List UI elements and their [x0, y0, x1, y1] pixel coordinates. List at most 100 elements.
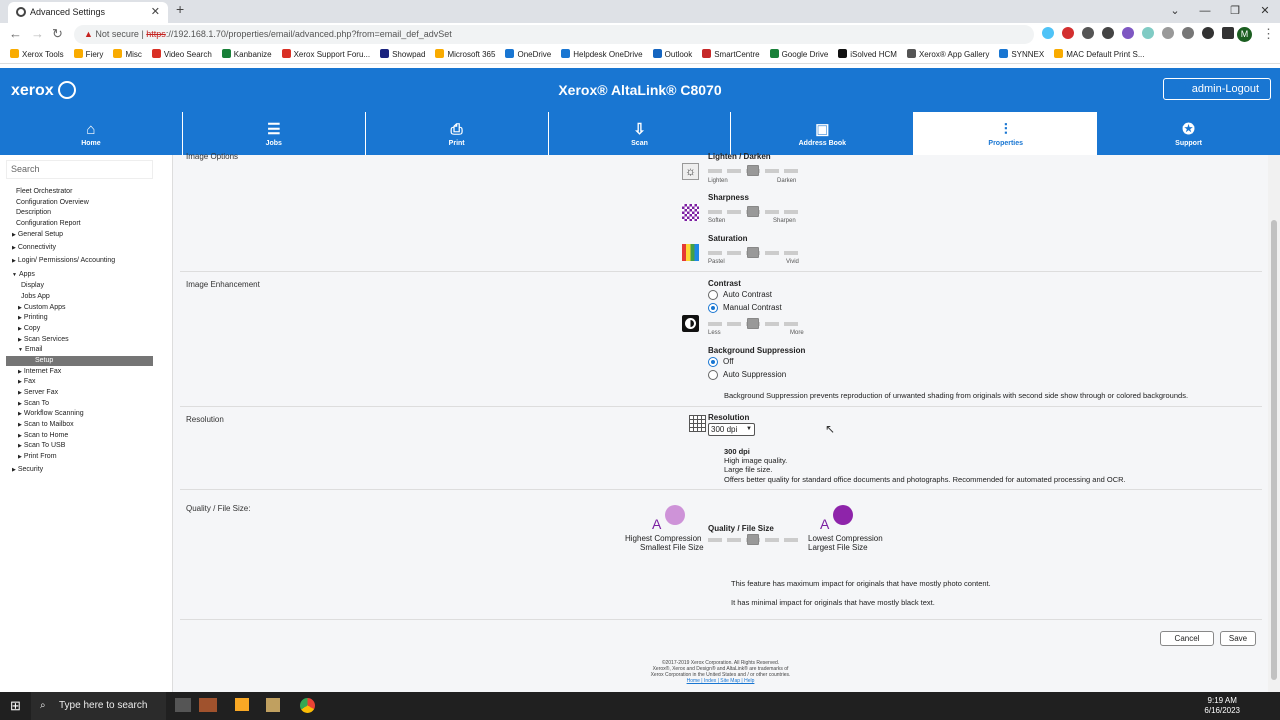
minimize-button[interactable]: — [1190, 0, 1220, 23]
nav-tab-print[interactable]: ⎙ Print [366, 112, 549, 155]
contrast-slider[interactable] [708, 318, 798, 329]
nav-tab-address-book[interactable]: ▣ Address Book [731, 112, 915, 155]
bookmark-item[interactable]: SYNNEX [999, 49, 1044, 59]
bookmark-item[interactable]: Misc [113, 49, 142, 59]
slider-thumb[interactable] [747, 165, 759, 176]
taskbar-search[interactable]: ⌕ Type here to search [31, 692, 166, 720]
extension-icon[interactable] [1182, 27, 1194, 39]
sidebar-item-configuration-overview[interactable]: Configuration Overview [16, 198, 89, 208]
extension-icon[interactable] [1082, 27, 1094, 39]
sidebar-item-printing[interactable]: ▶ Printing [18, 313, 48, 323]
search-input[interactable]: Search [6, 160, 153, 179]
windows-start-icon[interactable]: ⊞ [10, 698, 21, 714]
sidebar-item-general-setup[interactable]: ▶ General Setup [12, 230, 63, 240]
bookmark-item[interactable]: Helpdesk OneDrive [561, 49, 643, 59]
sidebar-item-security[interactable]: ▶ Security [12, 465, 43, 475]
sidebar-item-copy[interactable]: ▶ Copy [18, 324, 40, 334]
sidebar-item-workflow-scanning[interactable]: ▶ Workflow Scanning [18, 409, 84, 419]
slider-thumb[interactable] [747, 318, 759, 329]
bookmark-item[interactable]: Xerox Support Foru... [281, 49, 370, 59]
bookmark-item[interactable]: Fiery [73, 49, 103, 59]
bg-auto-radio[interactable] [708, 370, 718, 380]
bookmark-item[interactable]: iSolved HCM [838, 49, 897, 59]
extension-icon[interactable] [1142, 27, 1154, 39]
url-bar[interactable]: ▲ Not secure | https://192.168.1.70/prop… [74, 25, 1034, 44]
skype-icon[interactable] [1042, 27, 1054, 39]
close-tab-icon[interactable]: ✕ [151, 2, 160, 22]
sidebar-item-login-permissions-accounting[interactable]: ▶ Login/ Permissions/ Accounting [12, 256, 115, 266]
sidebar-item-display[interactable]: Display [21, 281, 44, 291]
sidebar-item-apps[interactable]: ▼ Apps [12, 270, 35, 280]
bookmark-item[interactable]: Video Search [151, 49, 212, 59]
nav-tab-home[interactable]: ⌂ Home [0, 112, 183, 155]
bookmark-item[interactable]: Microsoft 365 [435, 49, 495, 59]
sidebar-icon[interactable] [1222, 27, 1234, 39]
close-window-button[interactable]: ✕ [1250, 0, 1280, 23]
sidebar-item-configuration-report[interactable]: Configuration Report [16, 219, 81, 229]
chrome-icon[interactable] [300, 698, 315, 713]
nav-tab-scan[interactable]: ⇩ Scan [549, 112, 732, 155]
restore-button[interactable]: ❐ [1220, 0, 1250, 23]
manual-contrast-radio[interactable] [708, 303, 718, 313]
task-view-icon[interactable] [175, 698, 191, 712]
sidebar-item-description[interactable]: Description [16, 208, 51, 218]
chevron-down-icon[interactable]: ⌄ [1160, 0, 1190, 23]
cancel-button[interactable]: Cancel [1160, 631, 1214, 646]
sidebar-item-setup[interactable]: Setup [6, 356, 153, 366]
logout-button[interactable]: 👤 admin-Logout [1163, 78, 1271, 100]
puzzle-icon[interactable] [1202, 27, 1214, 39]
reload-icon[interactable]: ↻ [52, 26, 63, 42]
bookmark-item[interactable]: Showpad [380, 49, 425, 59]
browser-tab[interactable]: Advanced Settings ✕ [8, 2, 168, 23]
sidebar-item-scan-to[interactable]: ▶ Scan To [18, 399, 49, 409]
slider-thumb[interactable] [747, 206, 759, 217]
sidebar-item-email[interactable]: ▼ Email [18, 345, 42, 355]
sidebar-item-scan-to-home[interactable]: ▶ Scan to Home [18, 431, 68, 441]
saturation-slider[interactable] [708, 247, 798, 258]
sidebar-item-print-from[interactable]: ▶ Print From [18, 452, 57, 462]
footer-links[interactable]: Home | Index | Site Map | Help [173, 678, 1268, 684]
scrollbar[interactable] [1268, 155, 1280, 692]
bookmark-item[interactable]: OneDrive [505, 49, 551, 59]
extension-icon[interactable] [1102, 27, 1114, 39]
sidebar-item-server-fax[interactable]: ▶ Server Fax [18, 388, 58, 398]
forward-icon[interactable]: → [31, 26, 44, 41]
system-clock[interactable]: 9:19 AM 6/16/2023 [1204, 696, 1240, 716]
bookmark-item[interactable]: Xerox Tools [10, 49, 64, 59]
sidebar-item-internet-fax[interactable]: ▶ Internet Fax [18, 367, 61, 377]
bookmark-item[interactable]: SmartCentre [702, 49, 760, 59]
nav-tab-properties[interactable]: ⫶ Properties [914, 112, 1098, 155]
bookmark-item[interactable]: Xerox® App Gallery [906, 49, 989, 59]
bg-off-radio[interactable] [708, 357, 718, 367]
nav-tab-jobs[interactable]: ☰ Jobs [183, 112, 366, 155]
back-icon[interactable]: ← [9, 26, 22, 41]
sidebar-item-fax[interactable]: ▶ Fax [18, 377, 36, 387]
sidebar-item-fleet-orchestrator[interactable]: Fleet Orchestrator [16, 187, 72, 197]
sidebar-item-connectivity[interactable]: ▶ Connectivity [12, 243, 56, 253]
quality-slider[interactable] [708, 534, 798, 545]
bookmark-item[interactable]: Outlook [652, 49, 692, 59]
sidebar-item-scan-to-usb[interactable]: ▶ Scan To USB [18, 441, 65, 451]
sidebar-item-scan-services[interactable]: ▶ Scan Services [18, 335, 69, 345]
auto-contrast-radio[interactable] [708, 290, 718, 300]
nav-tab-support[interactable]: ✪ Support [1097, 112, 1280, 155]
file-explorer-icon[interactable] [235, 698, 249, 711]
slider-thumb[interactable] [747, 247, 759, 258]
more-menu-icon[interactable]: ⋮ [1262, 26, 1275, 42]
opera-icon[interactable] [1062, 27, 1074, 39]
bookmark-item[interactable]: MAC Default Print S... [1054, 49, 1144, 59]
sidebar-item-scan-to-mailbox[interactable]: ▶ Scan to Mailbox [18, 420, 74, 430]
resolution-select[interactable]: 300 dpi ▼ [708, 423, 755, 436]
extension-icon[interactable] [1162, 27, 1174, 39]
bookmark-item[interactable]: Google Drive [769, 49, 828, 59]
scrollbar-thumb[interactable] [1271, 220, 1277, 680]
slider-thumb[interactable] [747, 534, 759, 545]
sidebar-item-custom-apps[interactable]: ▶ Custom Apps [18, 303, 66, 313]
app-icon[interactable] [199, 698, 217, 712]
sidebar-item-jobs-app[interactable]: Jobs App [21, 292, 50, 302]
save-button[interactable]: Save [1220, 631, 1256, 646]
sharpness-slider[interactable] [708, 206, 798, 217]
extension-icon[interactable] [1122, 27, 1134, 39]
bookmark-item[interactable]: Kanbanize [221, 49, 272, 59]
app-icon[interactable] [266, 698, 280, 712]
